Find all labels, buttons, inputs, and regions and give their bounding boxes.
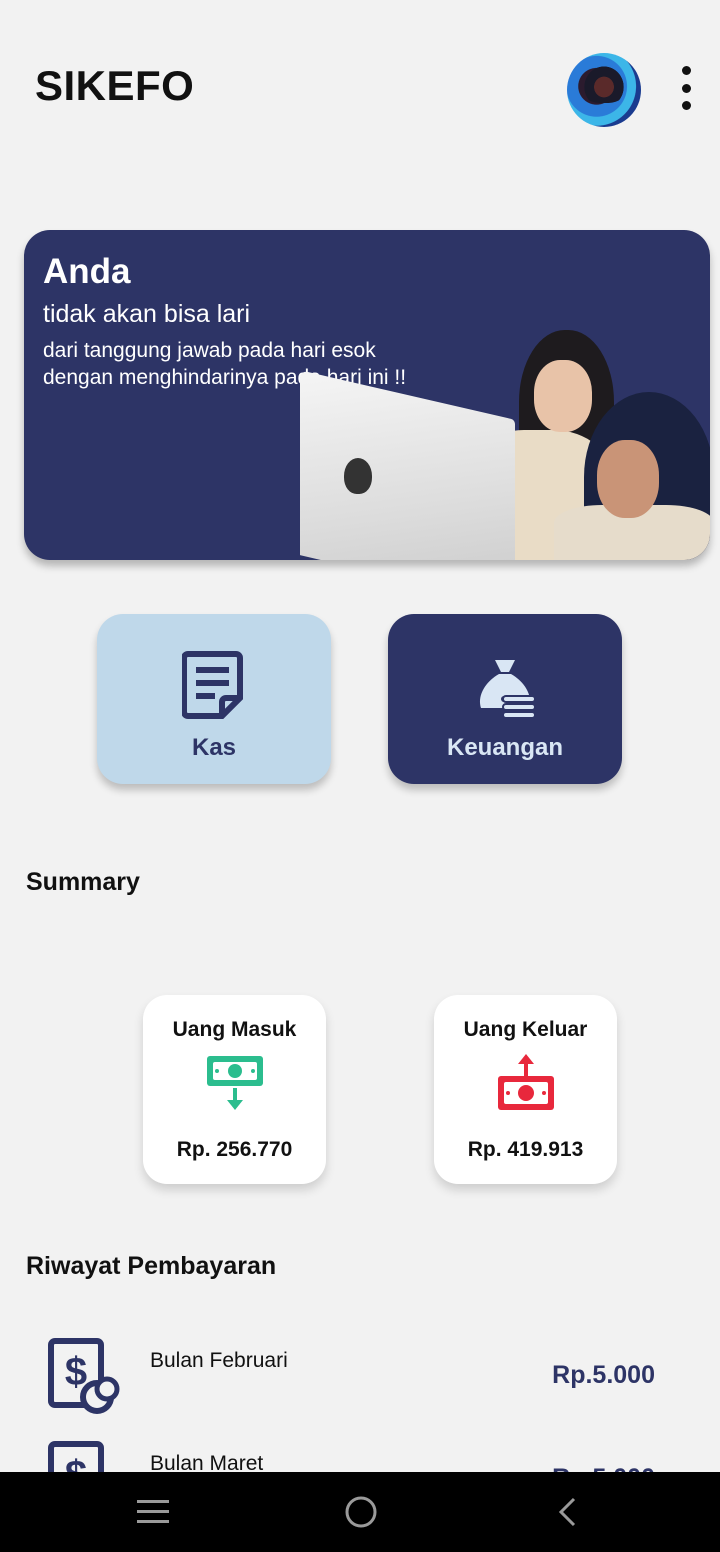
income-card[interactable]: Uang Masuk Rp. 256.770 [143,995,326,1184]
document-icon [182,651,243,719]
income-value: Rp. 256.770 [176,1138,293,1161]
kas-label: Kas [191,734,237,761]
more-options-icon[interactable] [676,66,696,110]
banner-title: Anda [43,252,131,291]
banner-subtitle: tidak akan bisa lari [43,300,251,328]
income-label: Uang Masuk [172,1018,297,1041]
home-icon[interactable] [341,1492,381,1532]
payment-receipt-icon: $ [48,1338,120,1414]
list-item[interactable]: $ Bulan Februari Rp.5.000 [0,1337,720,1427]
apple-logo-icon [344,458,372,494]
payment-amount: Rp.5.000 [552,1361,655,1389]
expense-label: Uang Keluar [463,1018,588,1041]
cash-in-icon [206,1056,263,1110]
payment-name: Bulan Februari [150,1349,288,1372]
money-bag-icon [479,660,536,719]
history-title: Riwayat Pembayaran [26,1252,277,1280]
keuangan-label: Keuangan [446,734,563,761]
recent-apps-icon[interactable] [133,1492,173,1532]
expense-value: Rp. 419.913 [467,1138,584,1161]
promo-banner: Anda tidak akan bisa lari dari tanggung … [24,230,710,560]
keuangan-button[interactable]: Keuangan [388,614,622,784]
summary-title: Summary [26,868,140,896]
cash-out-icon [497,1054,554,1110]
system-nav-bar [0,1472,720,1552]
back-icon[interactable] [547,1492,587,1532]
app-title: SIKEFO [35,62,195,109]
expense-card[interactable]: Uang Keluar Rp. 419.913 [434,995,617,1184]
banner-illustration-monitor [300,370,515,560]
avatar[interactable] [567,53,641,127]
kas-button[interactable]: Kas [97,614,331,784]
